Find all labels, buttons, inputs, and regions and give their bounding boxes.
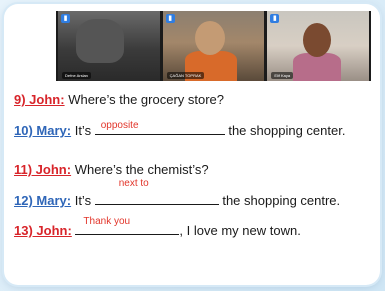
dialogue-line: 12) Mary: It’s next to the shopping cent… <box>14 178 341 208</box>
speaker-label: 11) John: <box>14 162 72 177</box>
dialogue-post: the shopping centre. <box>222 193 341 208</box>
mic-icon: ▮ <box>270 14 280 23</box>
answer-text: Thank you <box>83 216 131 227</box>
participant-video <box>293 53 342 81</box>
dialogue-line: 11) John: Where’s the chemist’s? <box>14 162 209 177</box>
participant-name: ÇAĞAN TOPRAK <box>166 72 205 79</box>
speaker-label: 13) John: <box>14 223 72 238</box>
participant-video <box>76 19 124 63</box>
dialogue-pre: It’s <box>74 193 92 208</box>
dialogue-pre: It’s <box>74 123 92 138</box>
video-tile[interactable]: ▮ ÇAĞAN TOPRAK <box>162 11 265 81</box>
speaker-label: 9) John: <box>14 92 65 107</box>
video-tile[interactable]: ▮ Defne Arslan <box>58 11 160 81</box>
dialogue-line: 10) Mary: It’s opposite the shopping cen… <box>14 120 346 138</box>
dialogue-post: the shopping center. <box>228 123 346 138</box>
dialogue-line: 9) John: Where’s the grocery store? <box>14 92 224 107</box>
slide-background: ▮ Defne Arslan ▮ ÇAĞAN TOPRAK ▮ Elif Kay… <box>0 0 385 291</box>
answer-blank[interactable]: Thank you <box>75 216 180 235</box>
dialogue-text: Where’s the grocery store? <box>68 92 225 107</box>
participant-name: Defne Arslan <box>62 72 91 79</box>
participant-face <box>194 21 225 55</box>
video-tile[interactable]: ▮ Elif Kaya <box>267 11 370 81</box>
answer-blank[interactable]: opposite <box>94 120 225 135</box>
dialogue-post: , I love my new town. <box>179 223 301 238</box>
answer-blank[interactable]: next to <box>94 178 219 205</box>
worksheet-card: ▮ Defne Arslan ▮ ÇAĞAN TOPRAK ▮ Elif Kay… <box>4 4 380 285</box>
mic-icon: ▮ <box>61 14 70 23</box>
video-call-strip: ▮ Defne Arslan ▮ ÇAĞAN TOPRAK ▮ Elif Kay… <box>56 11 371 81</box>
dialogue-text: Where’s the chemist’s? <box>74 162 209 177</box>
mic-icon: ▮ <box>165 14 175 23</box>
speaker-label: 12) Mary: <box>14 193 72 208</box>
speaker-label: 10) Mary: <box>14 123 72 138</box>
participant-name: Elif Kaya <box>271 72 294 79</box>
dialogue-line: 13) John: Thank you , I love my new town… <box>14 216 301 238</box>
participant-face <box>303 23 332 57</box>
answer-text: opposite <box>100 120 139 131</box>
answer-text: next to <box>118 178 149 189</box>
